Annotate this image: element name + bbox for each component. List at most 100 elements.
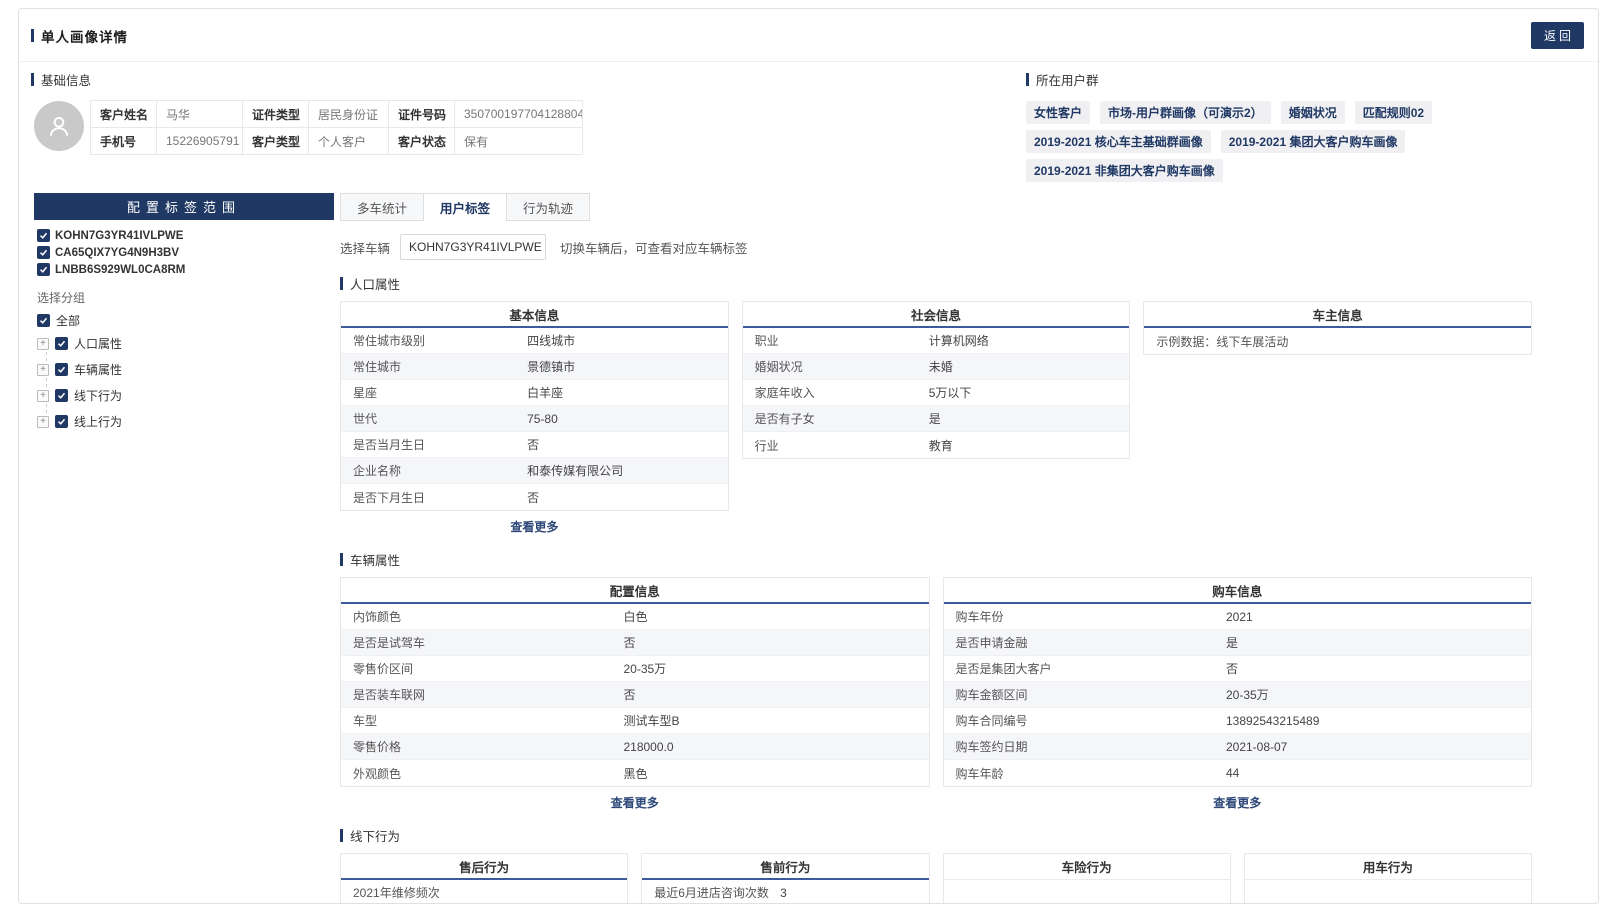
checkbox-checked-icon[interactable]: [37, 314, 50, 327]
table-block: 用车行为暂无数据: [1244, 853, 1532, 904]
expand-plus-icon[interactable]: +: [37, 416, 49, 428]
tree-connector: [46, 404, 334, 413]
table-row: 是否有子女是: [743, 406, 1130, 432]
vehicle-select[interactable]: KOHN7G3YR41IVLPWE: [400, 234, 546, 260]
row-label: 外观颜色: [353, 765, 623, 782]
customer-field-value: 马华: [157, 101, 243, 128]
view-more-wrap: 查看更多: [340, 794, 930, 812]
row-label: 购车年份: [956, 608, 1226, 625]
row-value: 测试车型B: [623, 712, 916, 729]
expand-plus-icon[interactable]: +: [37, 338, 49, 350]
checkbox-checked-icon[interactable]: [55, 337, 68, 350]
view-more-link[interactable]: 查看更多: [510, 520, 558, 534]
user-group-tag: 婚姻状况: [1281, 101, 1345, 124]
tab-item[interactable]: 行为轨迹: [506, 193, 590, 221]
section-title: 车辆属性: [350, 550, 400, 569]
view-more-link[interactable]: 查看更多: [611, 796, 659, 810]
tree-item[interactable]: + 车辆属性: [37, 361, 334, 378]
view-more-wrap: 查看更多: [943, 794, 1533, 812]
group-all-checkbox[interactable]: 全部: [34, 312, 334, 329]
section-accent-bar: [1026, 73, 1029, 86]
vin-checkbox-item[interactable]: CA65QIX7YG4N9H3BV: [37, 246, 179, 259]
top-section: 基础信息 客户姓名马华证件类型居民身份证证件号码3507001977041288…: [19, 62, 1598, 191]
tree-item[interactable]: +人口属性: [37, 335, 334, 352]
row-value: 和泰传媒有限公司: [527, 462, 716, 479]
tag-scope-sidebar: 配置标签范围 KOHN7G3YR41IVLPWE CA65QIX7YG4N9H3B…: [34, 193, 334, 904]
vin-label: KOHN7G3YR41IVLPWE: [55, 230, 183, 242]
configure-tag-scope-button[interactable]: 配置标签范围: [34, 193, 334, 220]
row-label: 零售价格: [353, 738, 623, 755]
user-groups-title: 所在用户群: [1036, 70, 1099, 89]
row-label: 世代: [353, 410, 527, 427]
user-group-tag: 匹配规则02: [1355, 101, 1432, 124]
empty-state: 暂无数据: [1245, 880, 1531, 904]
section-tables-row: 配置信息内饰颜色白色是否是试驾车否零售价区间20-35万是否装车联网否车型测试车…: [340, 577, 1532, 812]
row-label: 行业: [755, 437, 929, 454]
table-title: 社会信息: [743, 302, 1130, 328]
section-accent-bar: [340, 553, 343, 566]
section-title: 人口属性: [350, 274, 400, 293]
table-title: 售后行为: [341, 854, 627, 880]
table-block: 车险行为暂无数据: [943, 853, 1231, 904]
title-accent-bar: [31, 29, 34, 42]
row-value: 75-80: [527, 412, 716, 426]
checkbox-checked-icon[interactable]: [55, 415, 68, 428]
tree-item-label: 车辆属性: [74, 361, 122, 378]
tree-item[interactable]: +线上行为: [37, 413, 334, 430]
table-title: 基本信息: [341, 302, 728, 328]
customer-field-label: 客户状态: [389, 128, 455, 155]
table-row: 是否申请金融是: [944, 630, 1532, 656]
vin-checkbox-item[interactable]: KOHN7G3YR41IVLPWE: [37, 229, 183, 242]
row-label: 常住城市: [353, 358, 527, 375]
customer-field-label: 客户姓名: [91, 101, 157, 128]
attribute-section: 车辆属性配置信息内饰颜色白色是否是试驾车否零售价区间20-35万是否装车联网否车…: [340, 550, 1532, 812]
attribute-section: 线下行为售后行为2021年维修频次测试-金额售前行为最近6月进店咨询次数3最近1…: [340, 826, 1532, 904]
checkbox-checked-icon[interactable]: [55, 363, 68, 376]
avatar: [34, 101, 84, 151]
row-value: 2021-08-07: [1226, 740, 1519, 754]
back-button[interactable]: 返回: [1531, 22, 1584, 49]
row-label: 内饰颜色: [353, 608, 623, 625]
checkbox-checked-icon[interactable]: [55, 389, 68, 402]
row-value: 3: [780, 886, 916, 900]
row-label: 婚姻状况: [755, 358, 929, 375]
table-row: 职业计算机网络: [743, 328, 1130, 354]
expand-plus-icon[interactable]: +: [37, 364, 49, 376]
table-block: 配置信息内饰颜色白色是否是试驾车否零售价区间20-35万是否装车联网否车型测试车…: [340, 577, 930, 812]
vin-checkbox-item[interactable]: LNBB6S929WL0CA8RM: [37, 263, 185, 276]
section-label-wrap: 线下行为: [340, 826, 1532, 845]
row-label: 零售价区间: [353, 660, 623, 677]
tree-item[interactable]: +线下行为: [37, 387, 334, 404]
person-icon: [46, 113, 72, 139]
section-accent-bar: [340, 277, 343, 290]
tab-item[interactable]: 用户标签: [423, 193, 507, 221]
portrait-detail-card: 单人画像详情 返回 基础信息 客户姓名马华证件类型居民身份证证件号码350700…: [18, 8, 1599, 904]
tree-connector: [46, 352, 334, 361]
customer-info-table: 客户姓名马华证件类型居民身份证证件号码350700197704128804手机号…: [90, 100, 583, 155]
row-label: 购车签约日期: [956, 738, 1226, 755]
user-group-tag-list: 女性客户市场-用户群画像（可演示2）婚姻状况匹配规则022019-2021 核心…: [1026, 101, 1580, 182]
row-label: 购车合同编号: [956, 712, 1226, 729]
group-all-label: 全部: [56, 312, 80, 329]
expand-plus-icon[interactable]: +: [37, 390, 49, 402]
group-tree: +人口属性+车辆属性+线下行为+线上行为: [34, 335, 334, 430]
data-table: 车险行为暂无数据: [943, 853, 1231, 904]
checkbox-checked-icon[interactable]: [37, 263, 50, 276]
checkbox-checked-icon[interactable]: [37, 246, 50, 259]
row-label: 示例数据：线下车展活动: [1156, 333, 1330, 350]
view-more-link[interactable]: 查看更多: [1213, 796, 1261, 810]
table-row: 家庭年收入5万以下: [743, 380, 1130, 406]
checkbox-checked-icon[interactable]: [37, 229, 50, 242]
row-value: 未婚: [929, 358, 1118, 375]
row-value: 2021: [1226, 610, 1519, 624]
data-table: 社会信息职业计算机网络婚姻状况未婚家庭年收入5万以下是否有子女是行业教育: [742, 301, 1131, 459]
table-title: 配置信息: [341, 578, 929, 604]
page-header: 单人画像详情 返回: [19, 9, 1598, 62]
row-value: 教育: [929, 437, 1118, 454]
table-row: 购车年龄44: [944, 760, 1532, 786]
table-title: 购车信息: [944, 578, 1532, 604]
table-row: 购车签约日期2021-08-07: [944, 734, 1532, 760]
tab-item[interactable]: 多车统计: [340, 193, 424, 221]
table-row: 购车合同编号13892543215489: [944, 708, 1532, 734]
data-table: 售前行为最近6月进店咨询次数3最近1月试驾次数最近12月平均到店人数3.3333…: [641, 853, 929, 904]
